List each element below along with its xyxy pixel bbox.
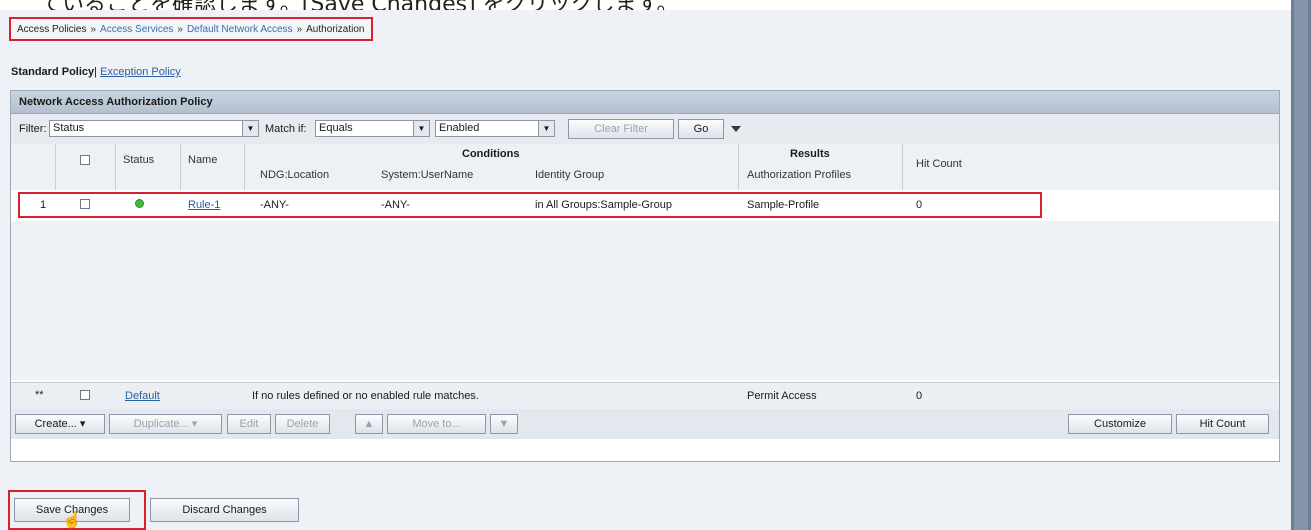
move-up-button[interactable]: ▲ <box>355 414 383 434</box>
filter-field-value: Status <box>53 122 85 134</box>
filter-value: Enabled <box>439 122 480 134</box>
breadcrumb-separator: » <box>177 23 183 35</box>
default-rule-result: Permit Access <box>747 390 817 402</box>
match-operator-value: Equals <box>319 122 353 134</box>
filter-bar: Filter: Status ▼ Match if: Equals ▼ Enab… <box>11 114 1279 145</box>
discard-changes-button[interactable]: Discard Changes <box>150 498 299 522</box>
breadcrumb-separator: » <box>296 23 303 35</box>
rule-index: 1 <box>40 199 47 211</box>
panel-title: Network Access Authorization Policy <box>11 91 1279 114</box>
go-button[interactable]: Go <box>678 119 724 139</box>
rule-authorization-profile: Sample-Profile <box>747 199 820 211</box>
filter-value-select[interactable]: Enabled ▼ <box>435 120 555 137</box>
arrow-up-icon: ▲ <box>363 418 375 430</box>
tab-separator: | <box>94 66 97 78</box>
dropdown-arrow-icon: ▼ <box>538 121 554 136</box>
row-checkbox[interactable] <box>80 199 90 209</box>
authorization-policy-panel: Network Access Authorization Policy Filt… <box>10 90 1280 462</box>
breadcrumb-item-default-network-access[interactable]: Default Network Access <box>187 24 293 35</box>
clear-filter-button[interactable]: Clear Filter <box>568 119 674 139</box>
filter-label: Filter: <box>19 123 47 135</box>
table-header: Status Name Conditions NDG:Location Syst… <box>11 144 1279 191</box>
tab-standard-policy[interactable]: Standard Policy <box>11 66 94 78</box>
select-all-checkbox[interactable] <box>80 155 90 165</box>
filter-field-select[interactable]: Status ▼ <box>49 120 259 137</box>
policy-tabs: Standard Policy| Exception Policy <box>11 66 181 78</box>
column-group-conditions: Conditions <box>462 148 520 160</box>
breadcrumb-item-access-services[interactable]: Access Services <box>100 24 173 35</box>
create-button-label: Create... <box>34 418 77 430</box>
delete-button[interactable]: Delete <box>275 414 330 434</box>
duplicate-button[interactable]: Duplicate... ▾ <box>109 414 222 434</box>
dropdown-arrow-icon: ▼ <box>413 121 429 136</box>
default-rule-row[interactable]: ** Default If no rules defined or no ena… <box>11 382 1279 410</box>
table-actions: Create... ▾ Duplicate... ▾ Edit Delete ▲… <box>11 409 1279 439</box>
move-to-button[interactable]: Move to... <box>387 414 486 434</box>
caption-strip: ていることを確認します。[Save Changes] をクリックします。 <box>0 0 1311 10</box>
default-rule-link[interactable]: Default <box>125 390 160 402</box>
dropdown-arrow-icon: ▼ <box>242 121 258 136</box>
column-header-name: Name <box>188 154 218 166</box>
duplicate-button-label: Duplicate... <box>133 418 189 430</box>
match-operator-select[interactable]: Equals ▼ <box>315 120 430 137</box>
breadcrumb: Access Policies » Access Services » Defa… <box>9 17 373 41</box>
rule-ndg-location: -ANY- <box>260 199 289 211</box>
arrow-down-icon: ▼ <box>498 418 510 430</box>
filter-options-dropdown-icon[interactable] <box>731 126 741 132</box>
rule-system-username: -ANY- <box>381 199 410 211</box>
column-header-status: Status <box>123 154 155 166</box>
breadcrumb-item-authorization: Authorization <box>306 23 365 35</box>
mouse-pointer-icon: ☝ <box>62 512 82 529</box>
default-rule-hit-count: 0 <box>916 390 923 402</box>
row-checkbox[interactable] <box>80 390 90 400</box>
column-header-identity-group: Identity Group <box>535 169 605 181</box>
column-header-ndg-location: NDG:Location <box>260 169 330 181</box>
breadcrumb-item-access-policies[interactable]: Access Policies <box>17 24 86 35</box>
column-header-system-username: System:UserName <box>381 169 474 181</box>
tab-exception-policy[interactable]: Exception Policy <box>100 66 181 78</box>
chevron-down-icon: ▾ <box>191 418 198 430</box>
empty-rows-area <box>11 221 1279 380</box>
match-label: Match if: <box>265 123 307 135</box>
rule-name-link[interactable]: Rule-1 <box>188 199 220 211</box>
table-row[interactable]: 1 Rule-1 -ANY- -ANY- in All Groups:Sampl… <box>11 190 1279 220</box>
status-enabled-icon <box>135 199 144 208</box>
rule-hit-count: 0 <box>916 199 923 211</box>
default-rule-index: ** <box>35 389 44 401</box>
create-button[interactable]: Create... ▾ <box>15 414 105 434</box>
highlight-box <box>18 192 1042 218</box>
customize-button[interactable]: Customize <box>1068 414 1172 434</box>
breadcrumb-separator: » <box>90 23 97 35</box>
column-header-authorization-profiles: Authorization Profiles <box>747 169 851 181</box>
edit-button[interactable]: Edit <box>227 414 271 434</box>
rule-identity-group: in All Groups:Sample-Group <box>535 199 672 211</box>
move-down-button[interactable]: ▼ <box>490 414 518 434</box>
hit-count-button[interactable]: Hit Count <box>1176 414 1269 434</box>
window-edge <box>1291 0 1311 530</box>
column-header-hit-count: Hit Count <box>916 158 962 170</box>
default-rule-description: If no rules defined or no enabled rule m… <box>252 390 479 402</box>
chevron-down-icon: ▾ <box>79 418 86 430</box>
caption-text: ていることを確認します。[Save Changes] をクリックします。 <box>40 0 678 10</box>
column-group-results: Results <box>790 148 830 160</box>
